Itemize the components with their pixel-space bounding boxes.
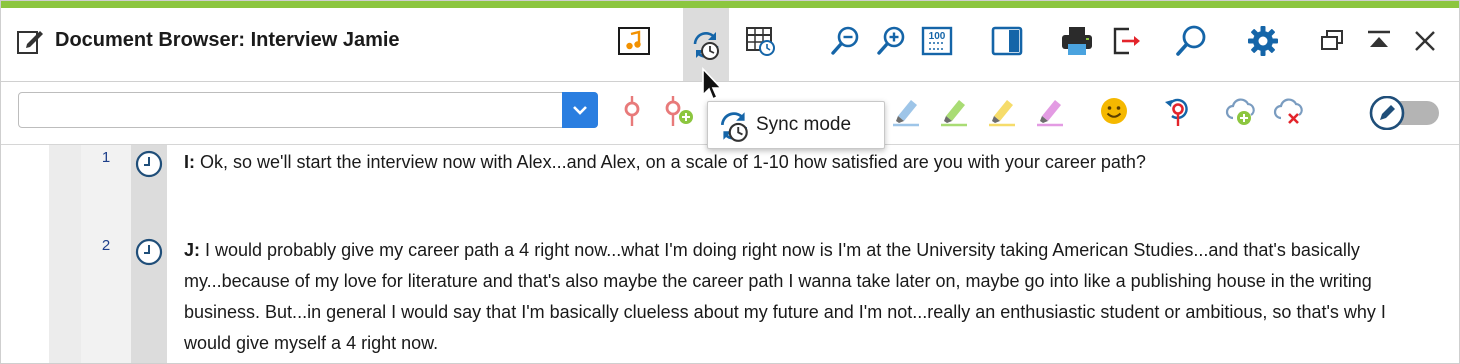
- zoom-in-button[interactable]: [871, 22, 911, 60]
- timestamp-clock-icon[interactable]: [134, 149, 164, 179]
- highlight-blue-button[interactable]: [889, 94, 923, 128]
- undo-code-icon: [1165, 98, 1188, 126]
- paragraph-text[interactable]: J: I would probably give my career path …: [184, 235, 1414, 359]
- mouse-cursor-icon: [702, 67, 723, 101]
- edit-document-icon: [17, 31, 43, 54]
- code-pin-icon: [624, 96, 640, 126]
- collapse-button[interactable]: [1359, 22, 1399, 60]
- paragraph-number: 2: [101, 237, 111, 254]
- coding-stripe-column: [49, 145, 81, 363]
- collapse-icon: [1368, 30, 1390, 47]
- cloud-add-button[interactable]: [1225, 94, 1259, 128]
- window-title: Document Browser: Interview Jamie: [55, 29, 400, 51]
- tooltip-label: Sync mode: [756, 114, 852, 135]
- search-icon: [1176, 25, 1206, 56]
- paragraph-number-column: [81, 145, 131, 363]
- paragraph-body: Ok, so we'll start the interview now wit…: [195, 152, 1146, 172]
- print-button[interactable]: [1057, 22, 1097, 60]
- timestamps-table-icon: [746, 27, 775, 56]
- speaker-label: I:: [184, 152, 195, 172]
- title-bar: Document Browser: Interview Jamie 100: [1, 8, 1459, 82]
- highlight-green-icon: [941, 100, 967, 127]
- timestamp-clock-icon[interactable]: [134, 237, 164, 267]
- document-browser-window: Document Browser: Interview Jamie 100 1 …: [0, 0, 1460, 364]
- undo-code-button[interactable]: [1161, 94, 1195, 128]
- code-pin-button[interactable]: [615, 94, 649, 128]
- settings-button[interactable]: [1243, 22, 1283, 60]
- dropdown-button[interactable]: [562, 92, 598, 128]
- close-button[interactable]: [1405, 22, 1445, 60]
- timestamps-table-button[interactable]: [741, 22, 781, 60]
- print-icon: [1062, 27, 1092, 55]
- export-icon: [1113, 27, 1140, 55]
- highlight-purple-icon: [1037, 100, 1063, 127]
- sync-mode-icon: [720, 112, 748, 142]
- highlight-green-button[interactable]: [937, 94, 971, 128]
- accent-bar: [1, 1, 1459, 8]
- media-player-icon: [618, 27, 650, 55]
- cloud-remove-button[interactable]: [1273, 94, 1307, 128]
- panel-toggle-icon: [991, 26, 1023, 56]
- highlight-purple-button[interactable]: [1033, 94, 1067, 128]
- highlight-yellow-icon: [989, 100, 1015, 127]
- export-button[interactable]: [1107, 22, 1147, 60]
- undock-window-button[interactable]: [1313, 22, 1353, 60]
- undock-window-icon: [1321, 30, 1343, 50]
- panel-toggle-button[interactable]: [987, 22, 1027, 60]
- media-player-button[interactable]: [614, 22, 654, 60]
- add-code-pin-button[interactable]: [661, 94, 695, 128]
- sync-mode-icon: [693, 31, 719, 60]
- edit-mode-toggle[interactable]: [1369, 95, 1441, 131]
- cloud-add-icon: [1225, 98, 1255, 125]
- document-content: 1 I: Ok, so we'll start the interview no…: [1, 145, 1459, 363]
- highlight-blue-icon: [893, 100, 919, 127]
- zoom-in-icon: [877, 26, 905, 55]
- code-search-combobox[interactable]: [18, 92, 598, 128]
- close-icon: [1415, 31, 1435, 51]
- zoom-100-button[interactable]: 100: [917, 22, 957, 60]
- zoom-out-icon: [831, 26, 859, 55]
- code-search-input[interactable]: [25, 99, 559, 123]
- svg-text:100: 100: [929, 31, 946, 42]
- sync-mode-tooltip: Sync mode: [707, 101, 885, 149]
- speaker-label: J:: [184, 240, 201, 260]
- zoom-out-button[interactable]: [825, 22, 865, 60]
- zoom-100-icon: 100: [921, 26, 953, 56]
- search-button[interactable]: [1171, 22, 1211, 60]
- edit-mode-toggle-icon: [1369, 95, 1439, 131]
- highlight-yellow-button[interactable]: [985, 94, 1019, 128]
- paragraph-text[interactable]: I: Ok, so we'll start the interview now …: [184, 147, 1414, 178]
- cloud-remove-icon: [1273, 98, 1303, 124]
- paragraph-body: I would probably give my career path a 4…: [184, 240, 1386, 353]
- emoticon-icon: [1101, 98, 1127, 124]
- add-code-pin-icon: [665, 96, 693, 126]
- settings-gear-icon: [1248, 26, 1278, 56]
- chevron-down-icon: [573, 106, 587, 115]
- paragraph-number: 1: [101, 149, 111, 166]
- emoticon-button[interactable]: [1097, 94, 1131, 128]
